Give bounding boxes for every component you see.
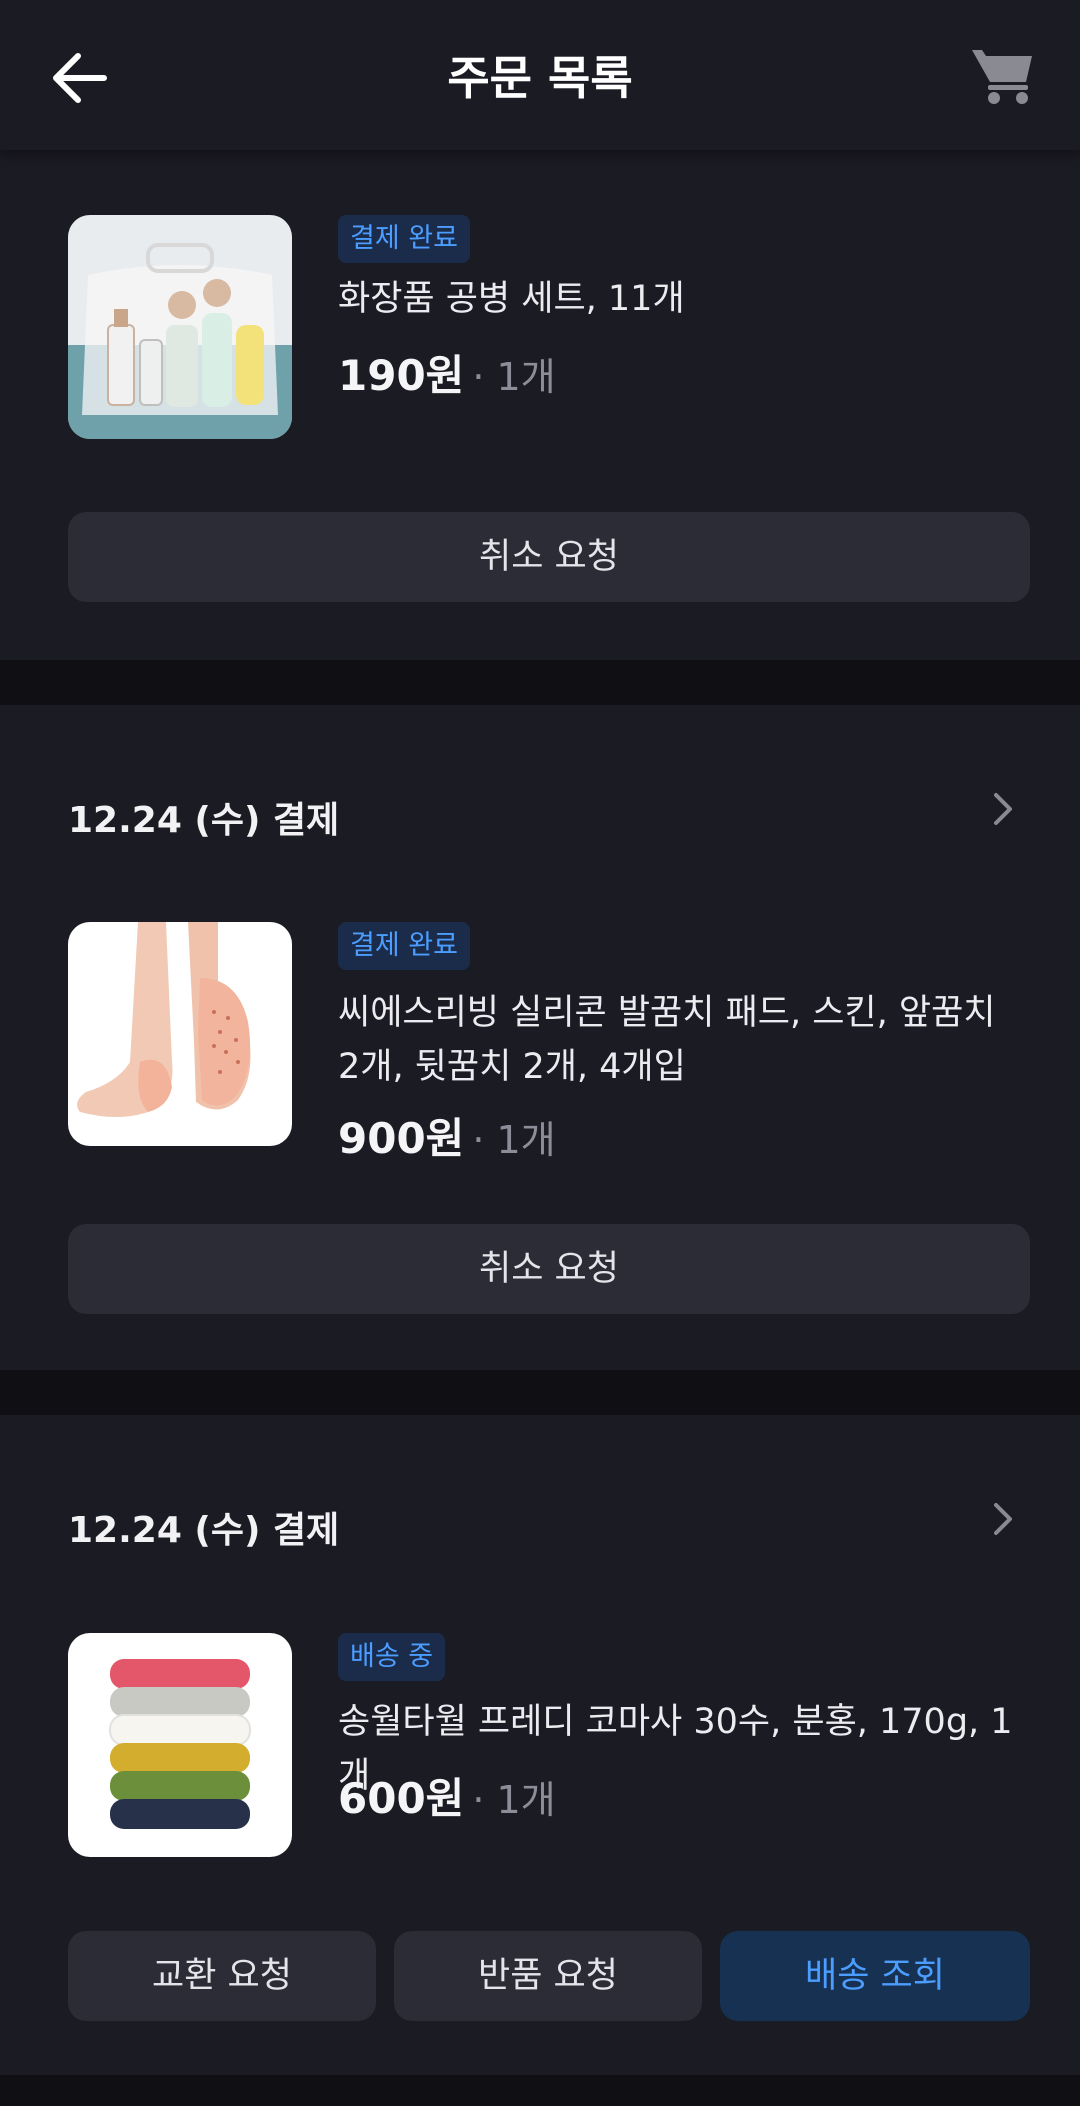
chevron-right-icon[interactable] [988, 1499, 1016, 1539]
cosmetic-bottles-image [68, 215, 292, 439]
product-price-row: 900원 · 1개 [338, 1105, 556, 1166]
cart-icon[interactable] [970, 44, 1036, 106]
product-price-row: 190원 · 1개 [338, 342, 556, 403]
product-price-row: 600원 · 1개 [338, 1765, 556, 1826]
status-badge: 결제 완료 [338, 215, 470, 263]
page-title: 주문 목록 [447, 51, 633, 105]
cancel-request-button[interactable]: 취소 요청 [68, 1224, 1030, 1314]
order-card-1: 결제 완료 화장품 공병 세트, 11개 190원 · 1개 취소 요청 [0, 150, 1080, 660]
product-quantity: · 1개 [472, 1118, 556, 1162]
product-name[interactable]: 화장품 공병 세트, 11개 [338, 272, 1018, 326]
order-date: 12.24 (수) 결제 [68, 800, 340, 841]
product-quantity: · 1개 [472, 1778, 556, 1822]
product-image-towels[interactable] [68, 1633, 292, 1857]
app-header: 주문 목록 [0, 0, 1080, 150]
order-card-3: 12.24 (수) 결제 배송 중 송월타월 프레디 코마사 30수, 분홍, … [0, 1415, 1080, 2075]
cancel-request-button[interactable]: 취소 요청 [68, 512, 1030, 602]
product-name[interactable]: 씨에스리빙 실리콘 발꿈치 패드, 스킨, 앞꿈치 2개, 뒷꿈치 2개, 4개… [338, 986, 1018, 1094]
exchange-request-button[interactable]: 교환 요청 [68, 1931, 376, 2021]
product-price: 190원 [338, 351, 465, 400]
order-card-2: 12.24 (수) 결제 결제 완료 씨에스리빙 실리콘 발꿈치 패드, 스킨,… [0, 705, 1080, 1370]
track-delivery-button[interactable]: 배송 조회 [720, 1931, 1030, 2021]
chevron-right-icon[interactable] [988, 789, 1016, 829]
product-image-cosmetic-bottles[interactable] [68, 215, 292, 439]
status-badge: 배송 중 [338, 1633, 446, 1681]
return-request-button[interactable]: 반품 요청 [394, 1931, 702, 2021]
order-date: 12.24 (수) 결제 [68, 1510, 340, 1551]
product-quantity: · 1개 [472, 355, 556, 399]
heel-pad-image [68, 922, 292, 1146]
status-badge: 결제 완료 [338, 922, 470, 970]
product-price: 900원 [338, 1114, 465, 1163]
towels-image [68, 1633, 292, 1857]
product-price: 600원 [338, 1774, 465, 1823]
product-image-heel-pad[interactable] [68, 922, 292, 1146]
